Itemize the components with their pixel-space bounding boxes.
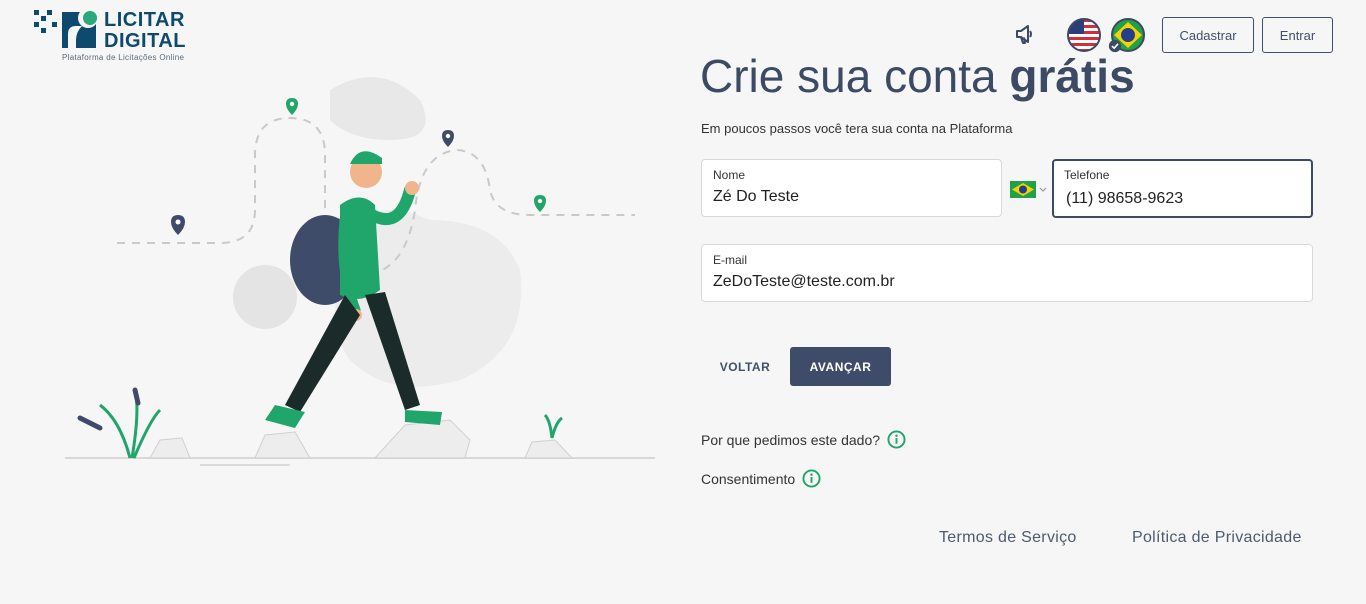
megaphone-icon[interactable] bbox=[1014, 22, 1038, 46]
info-icon[interactable] bbox=[887, 430, 906, 449]
map-pin-icon bbox=[442, 130, 454, 147]
info-icon[interactable] bbox=[802, 469, 821, 488]
name-field[interactable]: Nome Zé Do Teste bbox=[701, 159, 1002, 217]
login-button[interactable]: Entrar bbox=[1262, 17, 1333, 53]
phone-input[interactable]: (11) 98658-9623 bbox=[1066, 190, 1183, 208]
logo[interactable]: LICITAR DIGITAL Plataforma de Licitações… bbox=[32, 8, 202, 64]
email-label: E-mail bbox=[713, 253, 748, 267]
page-title-regular: Crie sua conta bbox=[700, 50, 1010, 102]
consent-info: Consentimento bbox=[701, 469, 821, 488]
chevron-down-icon bbox=[1039, 187, 1047, 192]
consent-label: Consentimento bbox=[701, 470, 796, 487]
map-pin-icon bbox=[534, 195, 546, 212]
phone-label: Telefone bbox=[1064, 168, 1110, 182]
country-code-select[interactable] bbox=[1010, 180, 1050, 198]
why-label: Por que pedimos este dado? bbox=[701, 431, 881, 448]
logo-brand-line1: LICITAR bbox=[104, 9, 185, 31]
logo-mark-icon bbox=[62, 8, 98, 48]
name-label: Nome bbox=[713, 168, 746, 182]
why-info: Por que pedimos este dado? bbox=[701, 430, 906, 449]
email-field[interactable]: E-mail ZeDoTeste@teste.com.br bbox=[701, 244, 1313, 302]
name-input[interactable]: Zé Do Teste bbox=[713, 188, 799, 206]
br-flag-icon bbox=[1010, 181, 1036, 198]
page-title: Crie sua conta grátis bbox=[700, 48, 1135, 104]
page-title-bold: grátis bbox=[1009, 50, 1135, 102]
privacy-link[interactable]: Política de Privacidade bbox=[1132, 529, 1302, 547]
back-button[interactable]: VOLTAR bbox=[708, 347, 782, 386]
page-subtitle: Em poucos passos você tera sua conta na … bbox=[701, 121, 1013, 136]
signup-button[interactable]: Cadastrar bbox=[1162, 17, 1254, 53]
terms-link[interactable]: Termos de Serviço bbox=[939, 529, 1077, 547]
map-pin-icon bbox=[286, 98, 298, 115]
email-input[interactable]: ZeDoTeste@teste.com.br bbox=[713, 273, 895, 291]
logo-text: LICITAR DIGITAL bbox=[104, 10, 186, 52]
next-button[interactable]: AVANÇAR bbox=[790, 347, 891, 386]
phone-field[interactable]: Telefone (11) 98658-9623 bbox=[1052, 159, 1313, 218]
hiker-illustration bbox=[60, 60, 660, 480]
logo-brand-line2: DIGITAL bbox=[104, 30, 187, 52]
map-pin-icon bbox=[171, 215, 185, 235]
